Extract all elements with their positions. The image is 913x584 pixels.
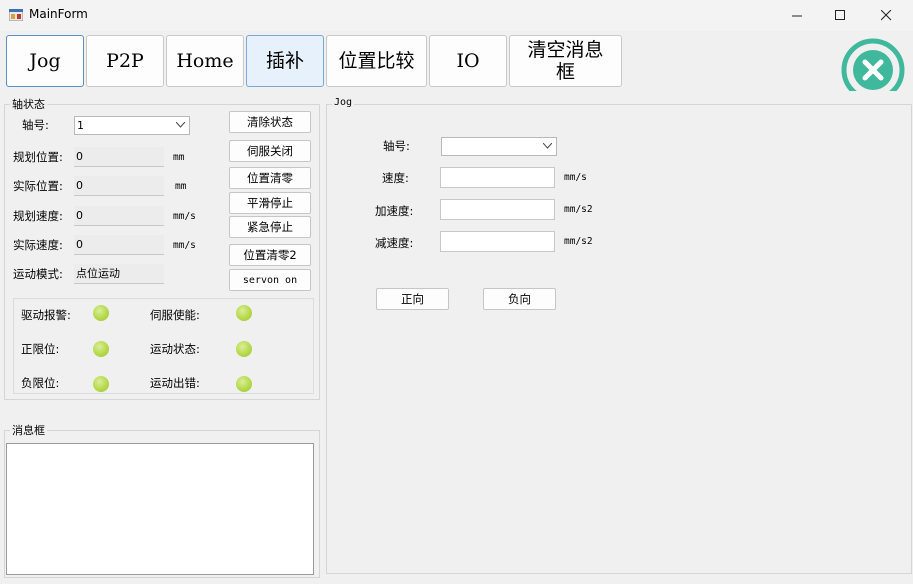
- tab-io[interactable]: IO: [429, 35, 507, 87]
- jog-forward-button[interactable]: 正向: [376, 288, 449, 310]
- clear-status-button[interactable]: 清除状态: [229, 111, 311, 133]
- axis-number-value: 1: [77, 119, 84, 132]
- maximize-icon: [834, 10, 845, 20]
- drive-alarm-indicator: [93, 305, 109, 321]
- motion-mode-label: 运动模式:: [13, 267, 63, 281]
- planned-speed-field: 0: [74, 206, 164, 226]
- app-icon: [9, 9, 23, 21]
- jog-speed-label: 速度:: [382, 171, 409, 185]
- jog-deceleration-input[interactable]: [440, 231, 555, 252]
- exit-button[interactable]: [838, 35, 913, 91]
- tab-home[interactable]: Home: [166, 35, 244, 87]
- jog-reverse-button[interactable]: 负向: [483, 288, 556, 310]
- title-bar: MainForm: [0, 0, 913, 31]
- axis-number-select[interactable]: 1: [74, 116, 190, 135]
- positive-limit-label: 正限位:: [21, 342, 60, 356]
- motion-mode-field: 点位运动: [74, 264, 164, 284]
- jog-group-label: Jog: [332, 97, 355, 108]
- axis-number-label: 轴号:: [22, 118, 49, 132]
- axis-status-label: 轴状态: [10, 96, 47, 112]
- drive-alarm-label: 驱动报警:: [21, 308, 71, 322]
- planned-speed-label: 规划速度:: [13, 209, 63, 223]
- jog-axis-select[interactable]: [441, 137, 557, 156]
- minimize-button[interactable]: [774, 0, 820, 31]
- tab-p2p[interactable]: P2P: [86, 35, 164, 87]
- servo-enable-indicator: [236, 305, 252, 321]
- smooth-stop-button[interactable]: 平滑停止: [229, 192, 311, 214]
- message-textarea[interactable]: [6, 443, 314, 575]
- servo-off-button[interactable]: 伺服关闭: [229, 140, 311, 162]
- emergency-stop-button[interactable]: 紧急停止: [229, 216, 311, 238]
- jog-deceleration-label: 减速度:: [375, 236, 414, 250]
- circle-x-icon: [841, 38, 905, 91]
- jog-acceleration-input[interactable]: [440, 199, 555, 220]
- tab-jog[interactable]: Jog: [6, 35, 84, 87]
- window-title: MainForm: [29, 7, 88, 21]
- motion-status-indicator: [236, 341, 252, 357]
- zero-position-2-button[interactable]: 位置清零2: [229, 244, 311, 266]
- tab-interpolation[interactable]: 插补: [246, 35, 324, 87]
- actual-position-label: 实际位置:: [13, 179, 63, 193]
- chevron-down-icon: [176, 122, 185, 128]
- actual-position-unit: mm: [175, 181, 187, 192]
- motion-status-label: 运动状态:: [150, 342, 200, 356]
- actual-position-field: 0: [74, 176, 164, 196]
- jog-acceleration-label: 加速度:: [375, 204, 414, 218]
- zero-position-button[interactable]: 位置清零: [229, 167, 311, 189]
- motion-error-indicator: [236, 376, 252, 392]
- jog-axis-label: 轴号:: [383, 139, 410, 153]
- close-button[interactable]: [863, 0, 909, 31]
- close-icon: [880, 10, 891, 21]
- actual-speed-label: 实际速度:: [13, 238, 63, 252]
- actual-speed-unit: mm/s: [173, 240, 196, 251]
- servo-on-button[interactable]: servon on: [229, 269, 311, 291]
- clear-message-button[interactable]: 清空消息框: [509, 35, 622, 87]
- servo-enable-label: 伺服使能:: [150, 308, 200, 322]
- planned-position-field: 0: [74, 147, 164, 167]
- planned-position-unit: mm: [173, 152, 185, 163]
- jog-deceleration-unit: mm/s2: [564, 236, 593, 247]
- jog-group: [326, 104, 912, 574]
- message-box-label: 消息框: [10, 422, 47, 438]
- planned-speed-unit: mm/s: [173, 211, 196, 222]
- minimize-icon: [791, 15, 802, 17]
- tab-position-compare[interactable]: 位置比较: [326, 35, 427, 87]
- motion-error-label: 运动出错:: [150, 376, 200, 390]
- negative-limit-indicator: [93, 376, 109, 392]
- planned-position-label: 规划位置:: [13, 150, 63, 164]
- chevron-down-icon: [543, 143, 552, 149]
- jog-speed-input[interactable]: [440, 167, 555, 188]
- jog-speed-unit: mm/s: [564, 172, 587, 183]
- negative-limit-label: 负限位:: [21, 376, 60, 390]
- jog-acceleration-unit: mm/s2: [564, 204, 593, 215]
- actual-speed-field: 0: [74, 235, 164, 255]
- positive-limit-indicator: [93, 341, 109, 357]
- maximize-button[interactable]: [817, 0, 863, 31]
